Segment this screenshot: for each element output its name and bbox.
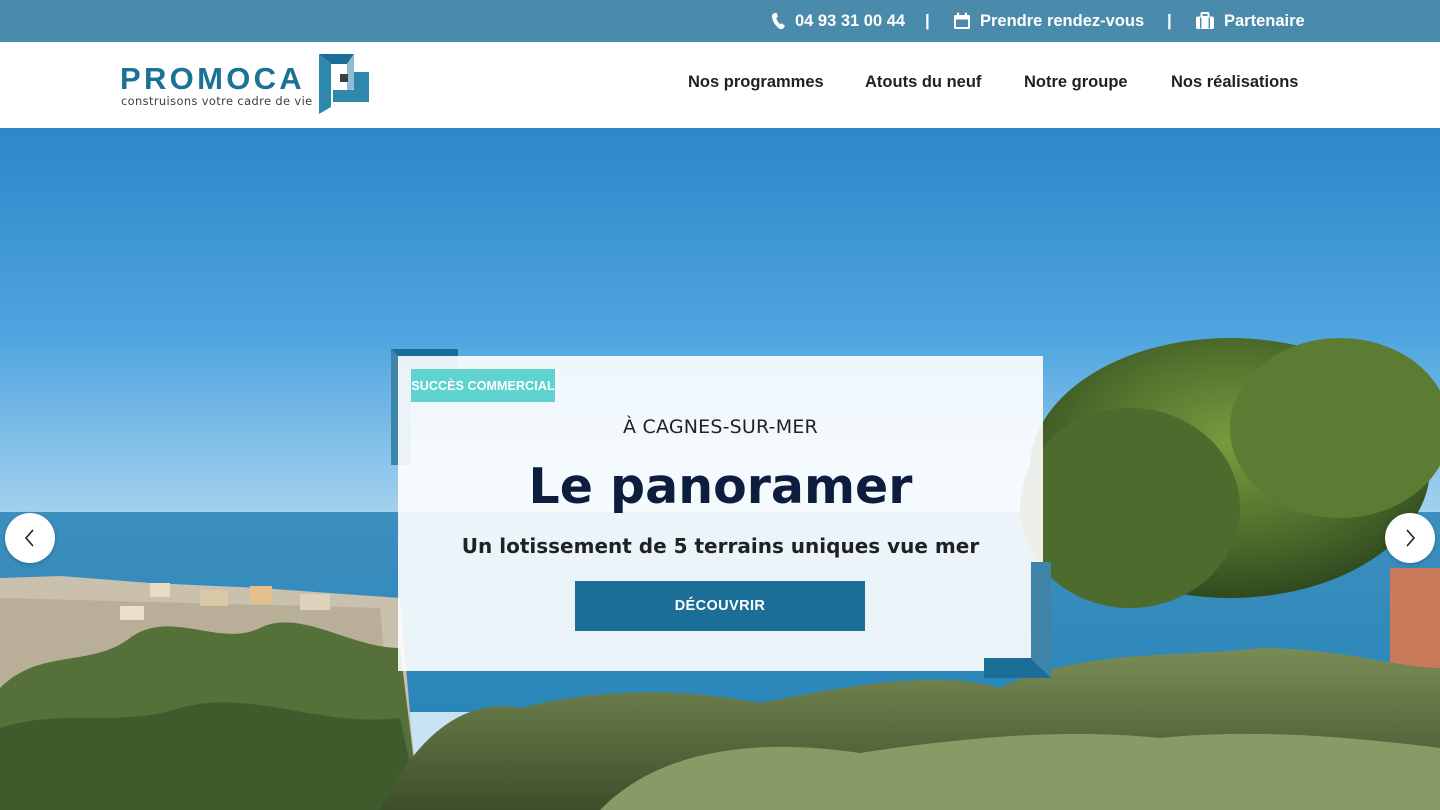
discover-button[interactable]: DÉCOUVRIR: [575, 581, 865, 631]
phone-icon: [771, 12, 785, 30]
phone-number: 04 93 31 00 44: [795, 11, 906, 30]
appointment-link[interactable]: Prendre rendez-vous: [953, 0, 1144, 42]
slider-next-button[interactable]: [1385, 513, 1435, 563]
logo-mark-icon: [319, 54, 369, 114]
nav-item-groupe[interactable]: Notre groupe: [1024, 42, 1128, 122]
status-badge: SUCCÈS COMMERCIAL: [411, 369, 555, 402]
program-title: Le panoramer: [528, 458, 913, 515]
logo-tagline: construisons votre cadre de vie: [121, 94, 313, 108]
appointment-label: Prendre rendez-vous: [980, 11, 1145, 30]
chevron-left-icon: [24, 529, 34, 547]
program-location: À CAGNES-SUR-MER: [623, 416, 818, 438]
promoca-logo[interactable]: PROMOCA construisons votre cadre de vie: [120, 54, 372, 116]
briefcase-icon: [1196, 12, 1214, 29]
card-corner-bottom-right: [984, 562, 1051, 678]
nav-item-programmes[interactable]: Nos programmes: [688, 42, 824, 122]
nav-item-atouts[interactable]: Atouts du neuf: [865, 42, 981, 122]
top-utility-bar: 04 93 31 00 44 | Prendre rendez-vous | P…: [0, 0, 1440, 42]
calendar-icon: [954, 12, 970, 29]
separator: |: [925, 11, 930, 30]
site-header: PROMOCA construisons votre cadre de vie …: [0, 42, 1440, 128]
program-subtitle: Un lotissement de 5 terrains uniques vue…: [461, 534, 980, 558]
chevron-right-icon: [1406, 529, 1416, 547]
partner-label: Partenaire: [1224, 11, 1305, 30]
partner-link[interactable]: Partenaire: [1195, 0, 1305, 42]
logo-wordmark: PROMOCA: [120, 61, 305, 96]
nav-item-realisations[interactable]: Nos réalisations: [1171, 42, 1298, 122]
slider-prev-button[interactable]: [5, 513, 55, 563]
phone-link[interactable]: 04 93 31 00 44: [771, 0, 905, 42]
separator: |: [1167, 11, 1172, 30]
